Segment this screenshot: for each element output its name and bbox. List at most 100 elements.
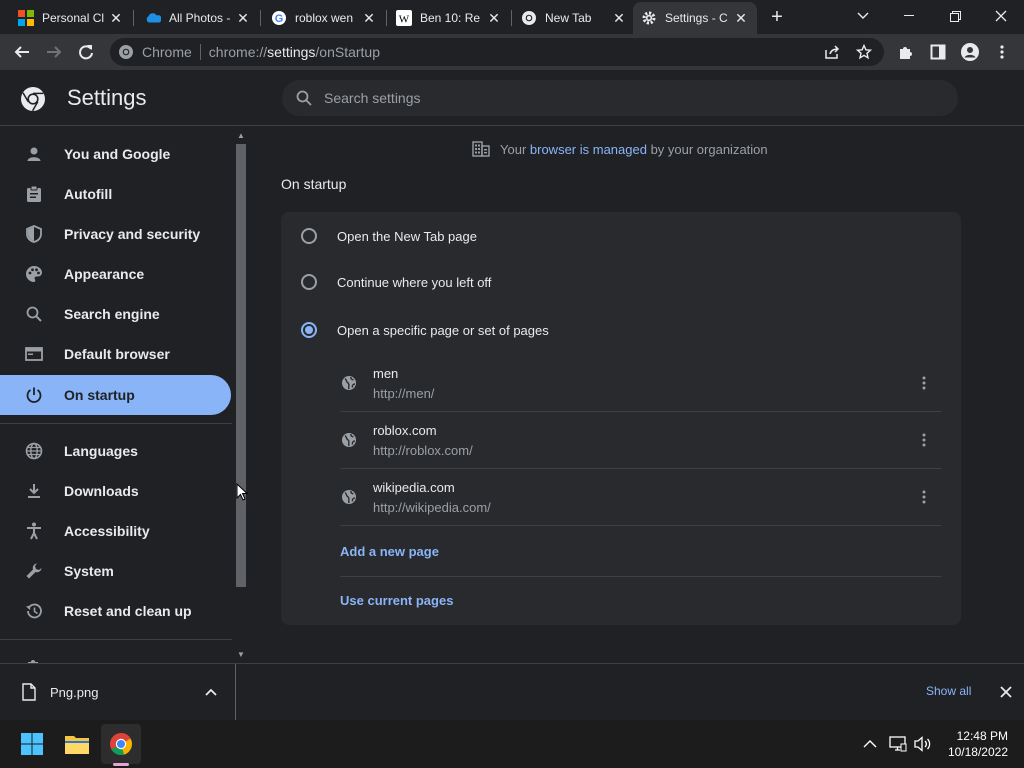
scroll-down-arrow[interactable]: ▼ (236, 649, 246, 659)
side-panel-button[interactable] (924, 38, 952, 66)
avatar-icon (961, 43, 979, 61)
address-bar[interactable]: Chrome chrome://settings/onStartup (110, 38, 884, 66)
card-divider (340, 576, 941, 577)
download-item[interactable]: Png.png (0, 664, 236, 720)
menu-button[interactable] (988, 38, 1016, 66)
file-icon (22, 683, 36, 701)
gear-icon (641, 10, 657, 26)
profile-button[interactable] (956, 38, 984, 66)
page-more-actions-button[interactable] (912, 371, 936, 395)
page-more-actions-button[interactable] (912, 428, 936, 452)
settings-search[interactable] (282, 80, 958, 116)
power-icon (24, 385, 44, 405)
sidebar-item-system[interactable]: System (0, 551, 232, 591)
show-hidden-icons-button[interactable] (858, 732, 882, 756)
option-continue-where-left-off[interactable]: Continue where you left off (281, 258, 961, 306)
on-startup-card: Open the New Tab page Continue where you… (281, 212, 961, 625)
speaker-icon (914, 736, 931, 752)
search-input[interactable] (324, 90, 924, 106)
bookmark-button[interactable] (855, 43, 873, 65)
download-options-button[interactable] (201, 682, 221, 702)
managed-suffix: by your organization (646, 141, 768, 157)
volume-button[interactable] (911, 732, 935, 756)
tab-title: New Tab (545, 11, 592, 25)
sidebar-item-on-startup[interactable]: On startup (0, 375, 231, 415)
tab-separator (386, 10, 387, 26)
sidebar-item-label: System (64, 563, 114, 579)
browser-managed-link[interactable]: browser is managed (530, 142, 647, 157)
start-button[interactable] (12, 724, 52, 764)
tab-personal[interactable]: Personal Cl ✕ (10, 2, 132, 34)
close-download-shelf-button[interactable] (996, 682, 1016, 702)
close-tab-icon[interactable]: ✕ (611, 10, 627, 26)
show-all-downloads-link[interactable]: Show all (926, 684, 971, 698)
back-button[interactable] (8, 38, 36, 66)
sidebar-item-you-and-google[interactable]: You and Google (0, 134, 232, 174)
page-name: roblox.com (373, 423, 437, 438)
sidebar-divider (0, 423, 232, 424)
chevron-up-icon (205, 688, 217, 696)
sidebar-item-autofill[interactable]: Autofill (0, 174, 232, 214)
sidebar-item-privacy-and-security[interactable]: Privacy and security (0, 214, 232, 254)
restore-button[interactable] (932, 0, 978, 32)
chevron-up-icon (863, 740, 877, 748)
sidebar-item-label: Default browser (64, 346, 170, 362)
radio-button-selected[interactable] (301, 322, 317, 338)
url-path: /onStartup (315, 44, 381, 60)
share-button[interactable] (824, 44, 840, 65)
managed-notice: Your browser is managed by your organiza… (472, 140, 768, 158)
radio-button[interactable] (301, 274, 317, 290)
close-tab-icon[interactable]: ✕ (486, 10, 502, 26)
wikipedia-icon: W (396, 10, 412, 26)
file-explorer-button[interactable] (57, 724, 97, 764)
extensions-button[interactable] (892, 38, 920, 66)
browser-toolbar: Chrome chrome://settings/onStartup (0, 34, 1024, 70)
tab-all-photos[interactable]: All Photos - ✕ (137, 2, 259, 34)
radio-button[interactable] (301, 228, 317, 244)
option-label: Open a specific page or set of pages (337, 322, 549, 338)
forward-button[interactable] (40, 38, 68, 66)
chrome-taskbar-button[interactable] (101, 724, 141, 764)
sidebar-item-label: Privacy and security (64, 226, 201, 242)
sidebar-item-label: Reset and clean up (64, 603, 192, 619)
site-info[interactable]: Chrome (110, 44, 192, 60)
wrench-icon (24, 561, 44, 581)
startup-page-item: wikipedia.com http://wikipedia.com/ (340, 469, 941, 526)
option-open-new-tab[interactable]: Open the New Tab page (281, 212, 961, 260)
option-label: Open the New Tab page (337, 228, 477, 244)
url-text[interactable]: chrome://settings/onStartup (209, 44, 380, 60)
use-current-pages-button[interactable]: Use current pages (340, 593, 453, 608)
sidebar-item-accessibility[interactable]: Accessibility (0, 511, 232, 551)
close-tab-icon[interactable]: ✕ (733, 10, 749, 26)
tab-title: Settings - C (665, 11, 728, 25)
network-button[interactable] (886, 732, 910, 756)
option-open-specific-pages[interactable]: Open a specific page or set of pages (281, 306, 961, 354)
tab-ben10[interactable]: W Ben 10: Re ✕ (388, 2, 510, 34)
scrollbar-thumb[interactable] (236, 144, 246, 587)
startup-page-item: men http://men/ (340, 355, 941, 412)
sidebar-item-label: Search engine (64, 306, 160, 322)
close-tab-icon[interactable]: ✕ (361, 10, 377, 26)
sidebar-item-default-browser[interactable]: Default browser (0, 334, 232, 374)
reload-button[interactable] (72, 38, 100, 66)
tab-roblox-search[interactable]: G roblox wen ✕ (263, 2, 385, 34)
sidebar-item-appearance[interactable]: Appearance (0, 254, 232, 294)
tab-new-tab[interactable]: New Tab ✕ (513, 2, 635, 34)
sidebar-item-languages[interactable]: Languages (0, 431, 232, 471)
sidebar-item-label: Accessibility (64, 523, 150, 539)
close-window-button[interactable] (978, 0, 1024, 32)
chevron-down-icon (857, 12, 869, 19)
new-tab-button[interactable]: + (764, 5, 790, 29)
close-tab-icon[interactable]: ✕ (108, 10, 124, 26)
clock[interactable]: 12:48 PM 10/18/2022 (944, 728, 1008, 760)
tab-search-button[interactable] (840, 0, 886, 32)
close-tab-icon[interactable]: ✕ (235, 10, 251, 26)
sidebar-item-downloads[interactable]: Downloads (0, 471, 232, 511)
scroll-up-arrow[interactable]: ▲ (236, 130, 246, 140)
add-new-page-button[interactable]: Add a new page (340, 544, 439, 559)
minimize-button[interactable] (886, 0, 932, 32)
sidebar-item-search-engine[interactable]: Search engine (0, 294, 232, 334)
tab-settings[interactable]: Settings - C ✕ (633, 2, 757, 34)
page-more-actions-button[interactable] (912, 485, 936, 509)
sidebar-item-reset-and-clean-up[interactable]: Reset and clean up (0, 591, 232, 631)
